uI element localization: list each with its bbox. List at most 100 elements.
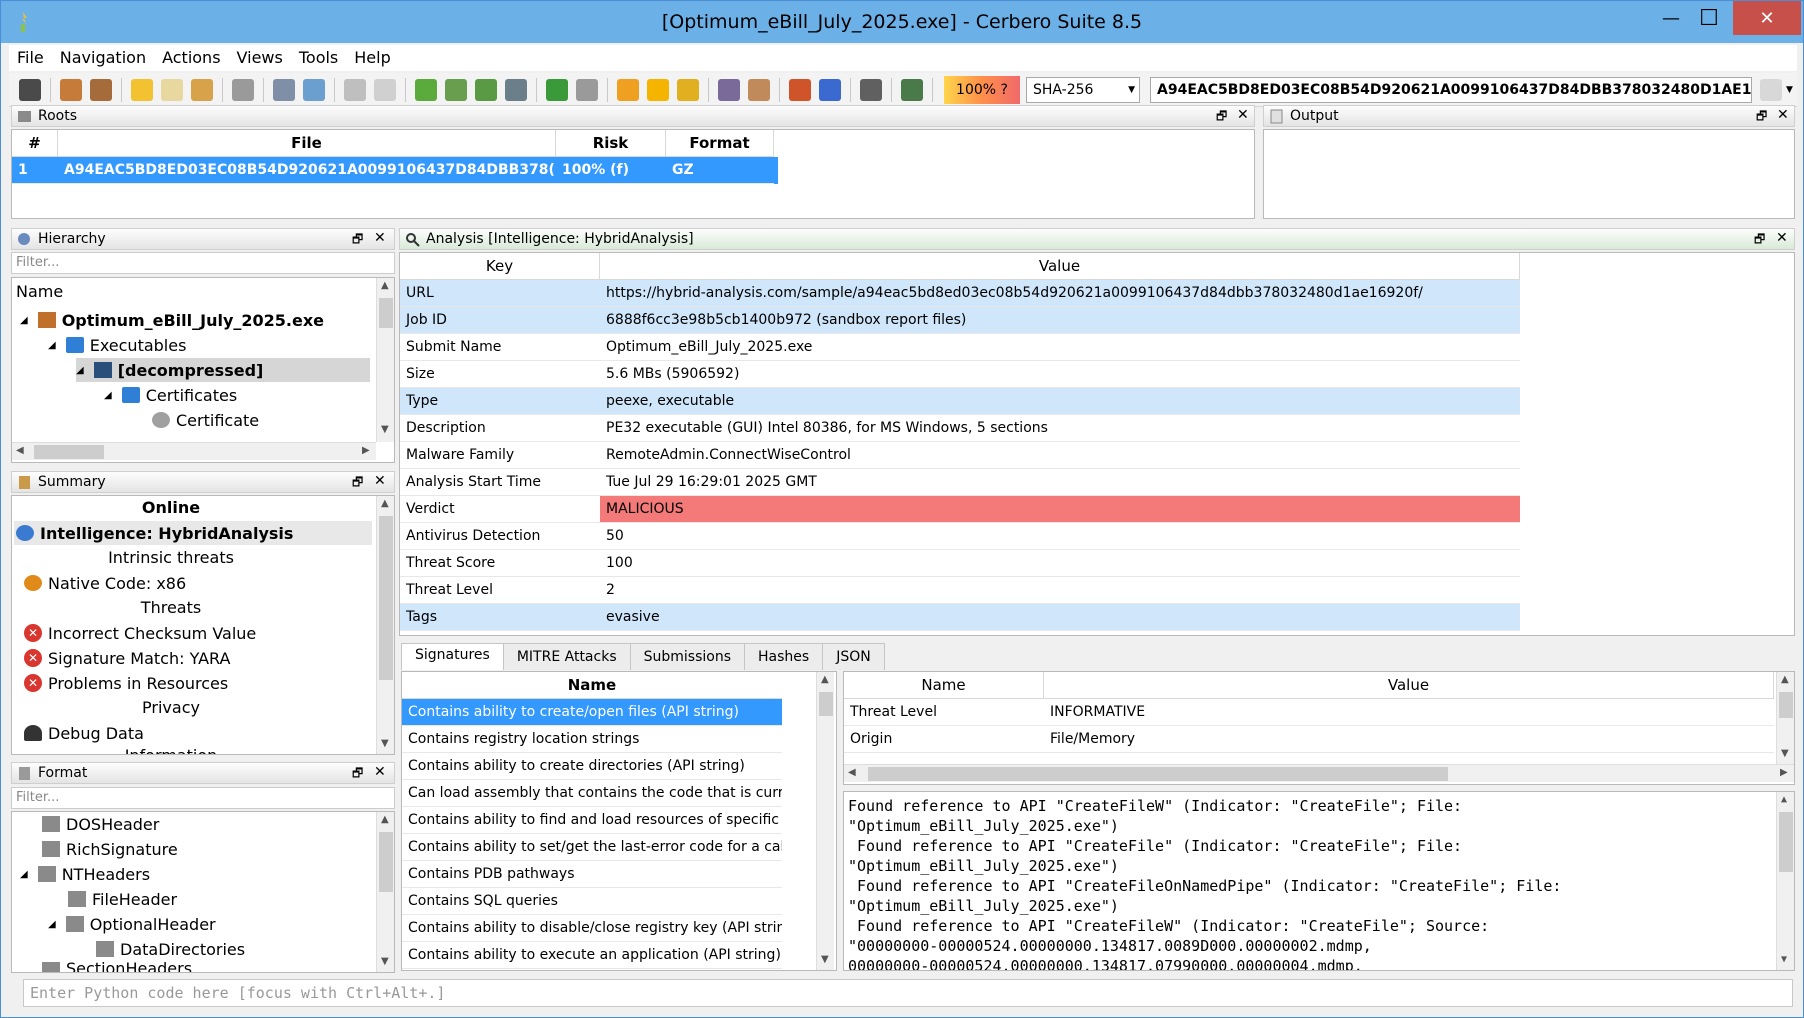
tree-item-certificate[interactable]: Certificate	[152, 408, 259, 432]
add-icon[interactable]	[415, 78, 437, 101]
vertical-scrollbar[interactable]: ▲ ▼	[816, 672, 834, 970]
windows-icon[interactable]	[232, 78, 254, 101]
menu-navigation[interactable]: Navigation	[52, 45, 154, 71]
colors-icon[interactable]	[789, 78, 811, 101]
table-row[interactable]: Description PE32 executable (GUI) Intel 8…	[400, 415, 1520, 442]
col-number[interactable]: #	[12, 130, 58, 157]
table-row[interactable]: URL https://hybrid-analysis.com/sample/a9…	[400, 280, 1520, 307]
layout-load-icon[interactable]	[303, 78, 325, 101]
tab-submissions[interactable]: Submissions	[629, 643, 746, 670]
close-button[interactable]: ✕	[1733, 1, 1801, 35]
horizontal-scrollbar[interactable]: ◀ ▶	[12, 442, 376, 460]
table-row[interactable]: Tags evasive	[400, 604, 1520, 631]
view-split-icon[interactable]	[374, 78, 396, 101]
new-file-icon[interactable]	[161, 78, 183, 101]
float-icon[interactable]: 🗗	[352, 230, 363, 251]
close-icon[interactable]: ✕	[1777, 107, 1789, 123]
tools-icon[interactable]	[718, 78, 740, 101]
tree-item-decompressed[interactable]: ◢ [decompressed]	[76, 358, 370, 382]
list-item[interactable]: Contains ability to disable/close regist…	[402, 915, 782, 942]
vertical-scrollbar[interactable]: ▲ ▼	[376, 278, 394, 442]
tree-item-sectionheaders[interactable]: SectionHeaders	[42, 962, 192, 972]
col-signature-name[interactable]: Name	[402, 672, 782, 699]
list-item[interactable]: Contains ability to find and load resour…	[402, 807, 782, 834]
col-detail-name[interactable]: Name	[844, 672, 1044, 699]
close-icon[interactable]: ✕	[374, 230, 386, 246]
table-row[interactable]: Size 5.6 MBs (5906592)	[400, 361, 1520, 388]
tab-hashes[interactable]: Hashes	[744, 643, 824, 670]
menu-views[interactable]: Views	[229, 45, 291, 71]
list-item[interactable]: Can load assembly that contains the code…	[402, 780, 782, 807]
summary-item-native-code[interactable]: Native Code: x86	[24, 571, 186, 595]
table-row[interactable]: Malware Family RemoteAdmin.ConnectWiseCon…	[400, 442, 1520, 469]
horizontal-scrollbar[interactable]: ◀ ▶	[844, 764, 1794, 782]
menu-actions[interactable]: Actions	[154, 45, 228, 71]
tree-item-richsignature[interactable]: RichSignature	[42, 837, 178, 861]
hierarchy-filter-input[interactable]: Filter...	[11, 252, 395, 274]
action-icon[interactable]	[131, 78, 153, 101]
col-format[interactable]: Format	[666, 130, 774, 157]
bookmark-add-icon[interactable]	[617, 78, 639, 101]
list-item[interactable]: Contains SQL queries	[402, 888, 782, 915]
table-row[interactable]: Submit Name Optimum_eBill_July_2025.exe	[400, 334, 1520, 361]
list-item[interactable]: Contains ability to execute an applicati…	[402, 942, 782, 969]
table-row[interactable]: Type peexe, executable	[400, 388, 1520, 415]
hash-value-field[interactable]: A94EAC5BD8ED03EC08B54D920621A0099106437D…	[1150, 76, 1752, 103]
menu-help[interactable]: Help	[346, 45, 398, 71]
col-value[interactable]: Value	[600, 253, 1520, 280]
table-row[interactable]: Origin File/Memory	[844, 726, 1774, 753]
menu-file[interactable]: File	[9, 45, 52, 71]
table-row[interactable]: Threat Level 2	[400, 577, 1520, 604]
list-item[interactable]: Contains PDB pathways	[402, 861, 782, 888]
format-filter-input[interactable]: Filter...	[11, 787, 395, 809]
tab-mitre-attacks[interactable]: MITRE Attacks	[502, 643, 631, 670]
hash-algorithm-select[interactable]: SHA-256 ▼	[1026, 76, 1140, 103]
summary-item-threat[interactable]: ✕ Problems in Resources	[24, 671, 228, 695]
navigate-icon[interactable]	[475, 78, 497, 101]
search-icon[interactable]	[445, 78, 467, 101]
maximize-button[interactable]: ☐	[1684, 1, 1734, 35]
vertical-scrollbar[interactable]: ▲ ▼	[376, 496, 394, 754]
refresh-icon[interactable]	[901, 78, 923, 101]
menu-tools[interactable]: Tools	[291, 45, 346, 71]
details-text-view[interactable]: Found reference to API "CreateFileW" (In…	[843, 791, 1795, 971]
table-row[interactable]: Job ID 6888f6cc3e98b5cb1400b972 (sandbox …	[400, 307, 1520, 334]
layout-save-icon[interactable]	[273, 78, 295, 101]
tab-signatures[interactable]: Signatures	[401, 643, 504, 670]
col-file[interactable]: File	[58, 130, 556, 157]
list-item[interactable]: Contains ability to set/get the last-err…	[402, 834, 782, 861]
hierarchy-name-header[interactable]: Name	[16, 282, 63, 301]
table-row[interactable]: Threat Level INFORMATIVE	[844, 699, 1774, 726]
list-item[interactable]: Contains ability to create/open files (A…	[402, 699, 782, 726]
forward-icon[interactable]	[576, 78, 598, 101]
risk-badge[interactable]: 100% ?	[944, 75, 1020, 104]
summary-item-debug[interactable]: Debug Data	[24, 721, 144, 745]
back-icon[interactable]	[546, 78, 568, 101]
tree-item-fileheader[interactable]: FileHeader	[68, 887, 177, 911]
tree-item-certificates[interactable]: ◢ Certificates	[104, 383, 237, 407]
tab-json[interactable]: JSON	[822, 643, 885, 670]
import-icon[interactable]	[191, 78, 213, 101]
tree-item-ntheaders[interactable]: ◢ NTHeaders	[20, 862, 150, 886]
vertical-scrollbar[interactable]: ▲ ▼	[1776, 672, 1794, 764]
float-icon[interactable]: 🗗	[1754, 230, 1765, 251]
table-row-verdict[interactable]: Verdict MALICIOUS	[400, 496, 1520, 523]
hex-icon[interactable]	[505, 78, 527, 101]
close-icon[interactable]: ✕	[374, 764, 386, 780]
output-area[interactable]	[1263, 129, 1795, 219]
col-key[interactable]: Key	[400, 253, 600, 280]
open-project-icon[interactable]	[90, 78, 112, 101]
tree-item-executables[interactable]: ◢ Executables	[48, 333, 186, 357]
open-icon[interactable]	[60, 78, 82, 101]
chevron-down-icon[interactable]: ▼	[1786, 85, 1793, 95]
tree-item-optionalheader[interactable]: ◢ OptionalHeader	[48, 912, 216, 936]
table-row[interactable]: Antivirus Detection 50	[400, 523, 1520, 550]
float-icon[interactable]: 🗗	[352, 473, 363, 494]
view-icon[interactable]	[344, 78, 366, 101]
table-row[interactable]: Analysis Start Time Tue Jul 29 16:29:01 2…	[400, 469, 1520, 496]
hash-icon[interactable]	[860, 78, 882, 101]
star-icon[interactable]	[647, 78, 669, 101]
summary-item-threat[interactable]: ✕ Incorrect Checksum Value	[24, 621, 256, 645]
float-icon[interactable]: 🗗	[352, 764, 363, 785]
bookmarks-icon[interactable]	[677, 78, 699, 101]
